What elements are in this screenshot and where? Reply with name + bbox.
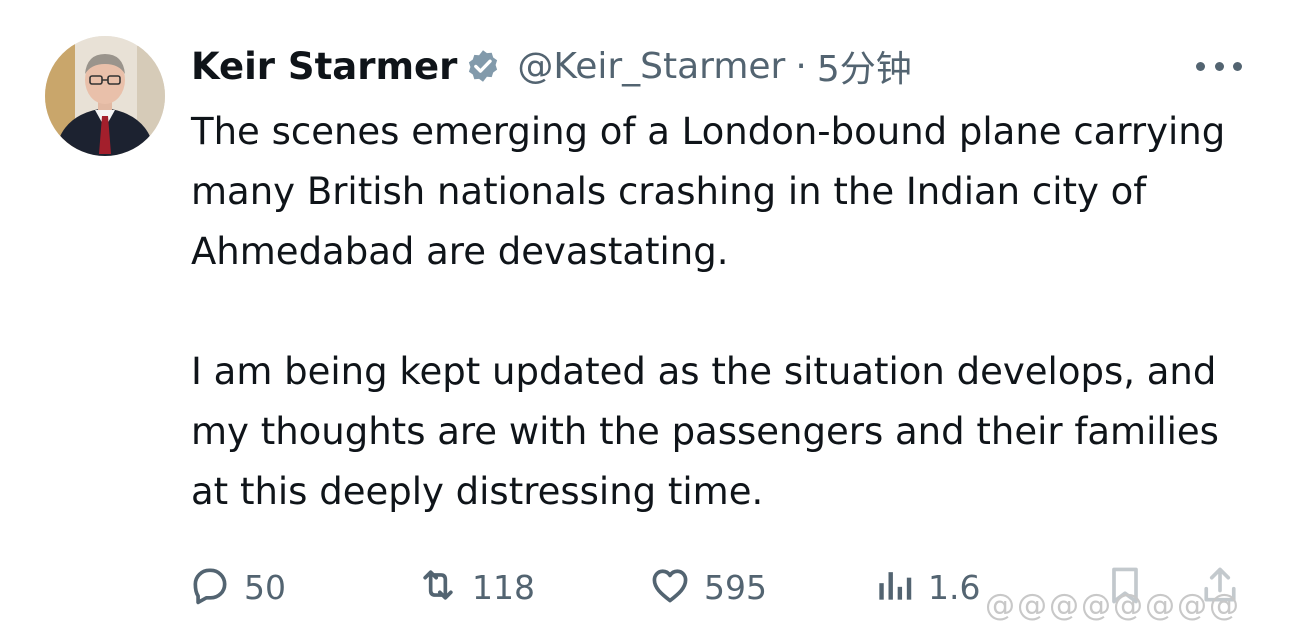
like-count: 595 (704, 567, 767, 607)
like-button[interactable]: 595 (648, 560, 767, 614)
retweet-button[interactable]: 118 (416, 560, 535, 614)
reply-icon (188, 563, 232, 611)
verified-badge-icon (465, 48, 501, 84)
tweet-paragraph: I am being kept updated as the situation… (191, 350, 1219, 513)
retweet-icon (416, 563, 460, 611)
reply-count: 50 (244, 567, 286, 607)
tweet-text: The scenes emerging of a London-bound pl… (191, 102, 1261, 522)
reply-button[interactable]: 50 (188, 560, 286, 614)
tweet-header: Keir Starmer @Keir_Starmer · 5分钟 (191, 40, 912, 92)
watermark: @@@@@@@@ (985, 588, 1241, 623)
author-name[interactable]: Keir Starmer (191, 45, 457, 88)
views-button[interactable]: 1.6 (872, 560, 980, 614)
author-handle[interactable]: @Keir_Starmer (517, 46, 785, 87)
more-icon[interactable] (1196, 52, 1242, 80)
like-icon (648, 563, 692, 611)
separator-dot: · (795, 45, 807, 87)
tweet-paragraph: The scenes emerging of a London-bound pl… (191, 110, 1226, 273)
views-icon (872, 563, 916, 611)
avatar[interactable] (45, 36, 165, 156)
retweet-count: 118 (472, 567, 535, 607)
timestamp[interactable]: 5分钟 (817, 40, 912, 92)
